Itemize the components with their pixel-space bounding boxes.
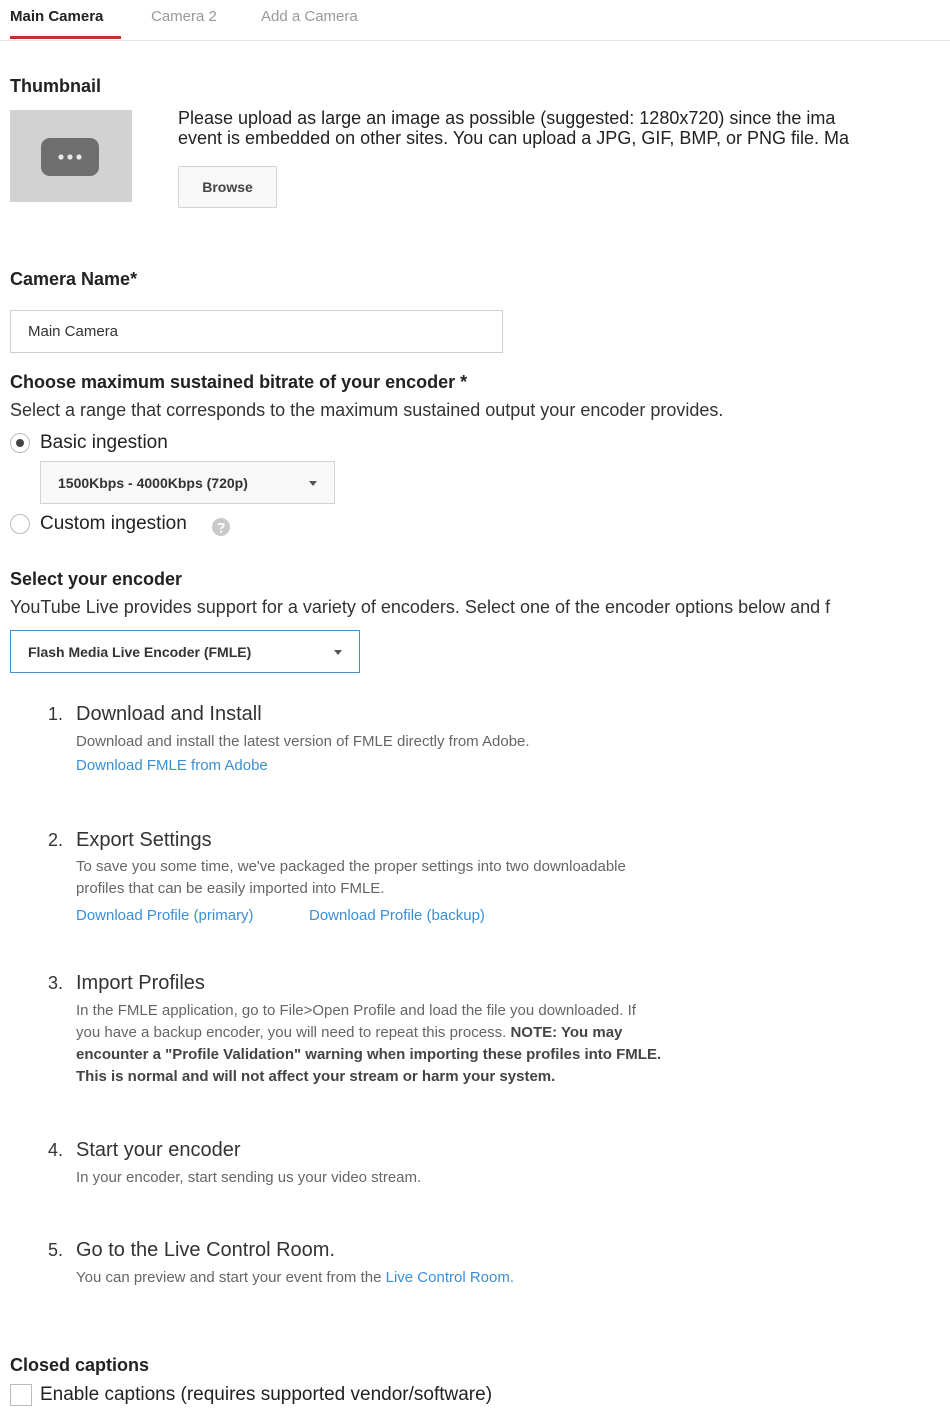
step-description: Download and install the latest version … <box>76 733 530 750</box>
bitrate-dropdown-value: 1500Kbps - 4000Kbps (720p) <box>58 474 248 491</box>
step-description-line: you have a backup encoder, you will need… <box>76 1022 661 1044</box>
step-description-line: This is normal and will not affect your … <box>76 1066 661 1088</box>
step-number: 1. <box>48 704 64 724</box>
custom-ingestion-label[interactable]: Custom ingestion <box>40 513 187 535</box>
browse-button[interactable]: Browse <box>178 166 277 208</box>
basic-ingestion-radio[interactable] <box>10 433 30 453</box>
encoder-title: Select your encoder <box>10 569 183 589</box>
download-profile-backup-link[interactable]: Download Profile (backup) <box>309 907 485 924</box>
step-description-note: encounter a "Profile Validation" warning… <box>76 1046 662 1063</box>
step-description-line: To save you some time, we've packaged th… <box>76 858 626 875</box>
step-number: 2. <box>48 830 64 850</box>
enable-captions-label[interactable]: Enable captions (requires supported vend… <box>40 1384 492 1406</box>
help-icon[interactable] <box>212 518 230 536</box>
thumbnail-title: Thumbnail <box>10 76 101 96</box>
thumbnail-instructions: Please upload as large an image as possi… <box>178 108 950 148</box>
bitrate-dropdown[interactable]: 1500Kbps - 4000Kbps (720p) <box>40 461 335 504</box>
download-profile-primary-link[interactable]: Download Profile (primary) <box>76 907 254 924</box>
step-description: To save you some time, we've packaged th… <box>76 856 626 900</box>
step-description: You can preview and start your event fro… <box>76 1267 514 1289</box>
step-description-note: NOTE: You may <box>510 1024 623 1041</box>
camera-name-value: Main Camera <box>28 323 119 340</box>
camera-tabs: Main Camera Camera 2 Add a Camera <box>0 0 950 41</box>
step-description-note: This is normal and will not affect your … <box>76 1068 556 1085</box>
step-number: 5. <box>48 1240 64 1260</box>
step-description-line: In the FMLE application, go to File>Open… <box>76 1002 636 1019</box>
step-title: Export Settings <box>76 829 212 851</box>
live-control-room-link[interactable]: Live Control Room. <box>386 1269 514 1286</box>
basic-ingestion-label[interactable]: Basic ingestion <box>40 432 168 454</box>
chevron-down-icon <box>309 481 317 486</box>
step-title: Start your encoder <box>76 1139 241 1161</box>
step-description-text: you have a backup encoder, you will need… <box>76 1024 511 1041</box>
encoder-dropdown-value: Flash Media Live Encoder (FMLE) <box>28 643 252 660</box>
step-number: 4. <box>48 1140 64 1160</box>
tab-camera-2[interactable]: Camera 2 <box>151 8 217 25</box>
bitrate-title: Choose maximum sustained bitrate of your… <box>10 372 468 392</box>
encoder-dropdown[interactable]: Flash Media Live Encoder (FMLE) <box>10 630 360 673</box>
thumbnail-preview[interactable] <box>10 110 132 202</box>
thumbnail-instructions-line: Please upload as large an image as possi… <box>178 108 836 128</box>
download-fmle-link[interactable]: Download FMLE from Adobe <box>76 757 268 774</box>
custom-ingestion-radio[interactable] <box>10 514 30 534</box>
ellipsis-icon <box>41 138 99 176</box>
step-description-line: encounter a "Profile Validation" warning… <box>76 1044 661 1066</box>
radio-selected-dot <box>16 439 24 447</box>
step-number: 3. <box>48 973 64 993</box>
thumbnail-instructions-line: event is embedded on other sites. You ca… <box>178 128 850 148</box>
tab-main-camera[interactable]: Main Camera <box>10 8 103 25</box>
enable-captions-checkbox[interactable] <box>10 1384 32 1406</box>
camera-name-label: Camera Name* <box>10 269 138 289</box>
step-title: Download and Install <box>76 703 262 725</box>
step-title: Go to the Live Control Room. <box>76 1239 336 1261</box>
tab-add-camera[interactable]: Add a Camera <box>261 8 358 25</box>
chevron-down-icon <box>334 650 342 655</box>
closed-captions-title: Closed captions <box>10 1355 150 1375</box>
camera-name-input[interactable]: Main Camera <box>10 310 503 353</box>
step-description-text: You can preview and start your event fro… <box>76 1269 386 1286</box>
step-description-line: profiles that can be easily imported int… <box>76 880 385 897</box>
active-tab-indicator <box>10 36 121 39</box>
step-description: In your encoder, start sending us your v… <box>76 1169 422 1186</box>
encoder-description: YouTube Live provides support for a vari… <box>10 597 831 617</box>
step-description: In the FMLE application, go to File>Open… <box>76 1000 661 1088</box>
step-title: Import Profiles <box>76 972 205 994</box>
bitrate-description: Select a range that corresponds to the m… <box>10 400 724 420</box>
